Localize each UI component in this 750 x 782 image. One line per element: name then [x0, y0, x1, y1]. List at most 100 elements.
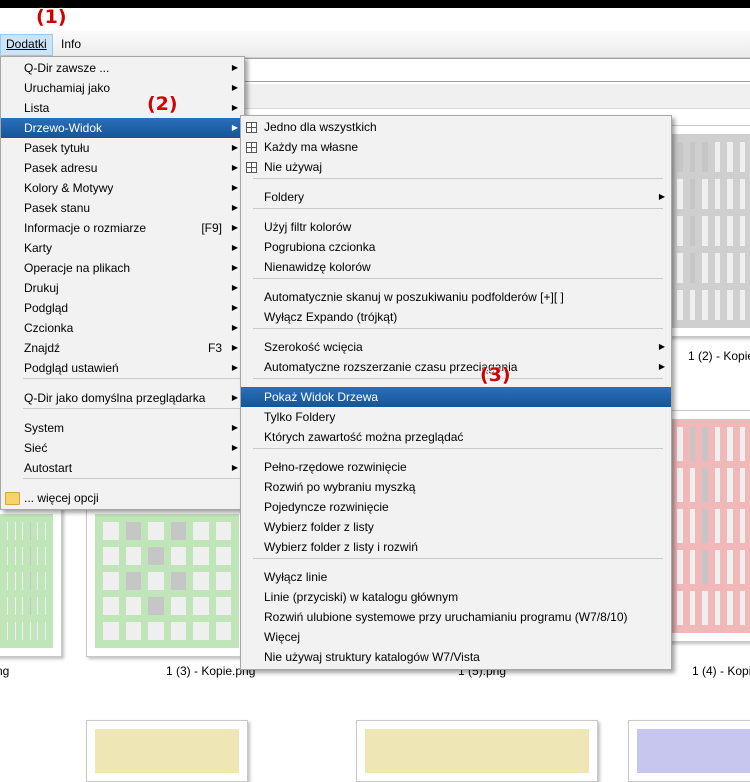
menu-item-drzewo-widok[interactable]: Drzewo-Widok ▶: [1, 118, 244, 138]
submenu-item-nie-uzywaj[interactable]: Nie używaj: [241, 157, 671, 177]
submenu-arrow-icon: ▶: [231, 423, 238, 432]
thumbnail-cell: [14, 597, 15, 615]
file-thumbnail[interactable]: [86, 720, 248, 782]
submenu-arrow-icon: ▶: [231, 393, 238, 402]
submenu-item-label: Rozwiń po wybraniu myszką: [264, 480, 416, 494]
menu-item-uruchamiaj-jako[interactable]: Uruchamiaj jako ▶: [1, 78, 244, 98]
menu-item-pasek-tytulu[interactable]: Pasek tytułu ▶: [1, 138, 244, 158]
thumbnail-cell: [44, 597, 45, 615]
file-name-label[interactable]: 1 (2) - Kopie: [688, 349, 750, 363]
file-thumbnail[interactable]: [0, 505, 62, 657]
menu-item-label: Autostart: [24, 461, 73, 475]
thumbnail-cell: [727, 509, 733, 543]
file-thumbnail[interactable]: [86, 505, 248, 657]
annotation-1: (1): [36, 6, 67, 28]
submenu-item-pojedyncze-rozwiniecie[interactable]: Pojedyncze rozwinięcie: [241, 497, 671, 517]
file-thumbnail[interactable]: [660, 125, 750, 337]
menu-item-label: Podgląd ustawień: [24, 361, 119, 375]
menu-item-label: Pasek stanu: [24, 201, 91, 215]
submenu-item-pokaz-widok-drzewa[interactable]: Pokaż Widok Drzewa: [241, 387, 671, 407]
menu-separator: [253, 558, 663, 559]
submenu-arrow-icon: ▶: [658, 362, 665, 371]
submenu-item-wiecej[interactable]: Więcej: [241, 627, 671, 647]
thumbnail-cell: [37, 622, 38, 640]
thumbnail-cell: [702, 290, 708, 320]
thumbnail-cell: [702, 509, 708, 543]
submenu-item-nie-uzywaj-struktury[interactable]: Nie używaj struktury katalogów W7/Vista: [241, 647, 671, 667]
submenu-item-uzyj-filtr-kolorow[interactable]: Użyj filtr kolorów: [241, 217, 671, 237]
submenu-item-label: Wybierz folder z listy i rozwiń: [264, 540, 418, 554]
submenu-item-label: Wyłącz Expando (trójkąt): [264, 310, 398, 324]
menu-item-pasek-stanu[interactable]: Pasek stanu ▶: [1, 198, 244, 218]
thumbnail-cell: [677, 290, 683, 320]
menu-item-wiecej-opcji[interactable]: ... więcej opcji: [1, 488, 244, 508]
menu-item-lista[interactable]: Lista ▶: [1, 98, 244, 118]
submenu-item-wybierz-folder-i-rozwin[interactable]: Wybierz folder z listy i rozwiń: [241, 537, 671, 557]
thumbnail-image: [669, 419, 750, 633]
menu-item-label: Karty: [24, 241, 53, 255]
thumbnail-cell: [714, 179, 720, 209]
thumbnail-cell: [170, 522, 186, 540]
submenu-item-ktorych-zawartosc[interactable]: Których zawartość można przeglądać: [241, 427, 671, 447]
thumbnail-cell: [739, 216, 745, 246]
menu-item-q-dir-zawsze[interactable]: Q-Dir zawsze ... ▶: [1, 58, 244, 78]
thumbnail-cell: [739, 468, 745, 502]
submenu-arrow-icon: ▶: [658, 342, 665, 351]
thumbnail-image: [669, 134, 750, 328]
thumbnail-cell: [739, 427, 745, 461]
submenu-item-jedno-dla-wszystkich[interactable]: Jedno dla wszystkich: [241, 117, 671, 137]
submenu-item-wylacz-linie[interactable]: Wyłącz linie: [241, 567, 671, 587]
thumbnail-cell: [714, 591, 720, 625]
menu-info[interactable]: Info: [56, 34, 86, 54]
submenu-item-pogrubiona-czcionka[interactable]: Pogrubiona czcionka: [241, 237, 671, 257]
submenu-item-pelno-rzedowe-rozwiniecie[interactable]: Pełno-rzędowe rozwinięcie: [241, 457, 671, 477]
submenu-item-automatycznie-skanuj[interactable]: Automatycznie skanuj w poszukiwaniu podf…: [241, 287, 671, 307]
menu-item-operacje-na-plikach[interactable]: Operacje na plikach ▶: [1, 258, 244, 278]
thumbnail-cell: [702, 468, 708, 502]
menu-item-label: Lista: [24, 101, 50, 115]
menu-item-kolory-motywy[interactable]: Kolory & Motywy ▶: [1, 178, 244, 198]
address-bar[interactable]: [240, 58, 750, 82]
file-name-label[interactable]: ng: [0, 664, 9, 678]
thumbnail-cell: [103, 622, 119, 640]
file-thumbnail[interactable]: [660, 410, 750, 642]
submenu-item-kazdy-ma-wlasne[interactable]: Każdy ma własne: [241, 137, 671, 157]
submenu-item-label: Wybierz folder z listy: [264, 520, 374, 534]
menu-item-q-dir-domyslna-przegladarka[interactable]: Q-Dir jako domyślna przeglądarka ▶: [1, 388, 244, 408]
menu-item-system[interactable]: System ▶: [1, 418, 244, 438]
menu-dodatki[interactable]: Dodatki: [0, 34, 53, 56]
submenu-arrow-icon: ▶: [231, 123, 238, 132]
submenu-item-linie-w-katalogu[interactable]: Linie (przyciski) w katalogu głównym: [241, 587, 671, 607]
file-thumbnail[interactable]: [356, 720, 598, 782]
menu-item-label: Operacje na plikach: [24, 261, 131, 275]
submenu-item-label: Pogrubiona czcionka: [264, 240, 376, 254]
menu-item-podglad[interactable]: Podgląd ▶: [1, 298, 244, 318]
submenu-item-automatyczne-rozszerzanie[interactable]: Automatyczne rozszerzanie czasu przeciąg…: [241, 357, 671, 377]
menu-item-drukuj[interactable]: Drukuj ▶: [1, 278, 244, 298]
submenu-item-nienawidze-kolorow[interactable]: Nienawidzę kolorów: [241, 257, 671, 277]
menu-dodatki-label: Dodatki: [6, 37, 47, 51]
menu-item-pasek-adresu[interactable]: Pasek adresu ▶: [1, 158, 244, 178]
submenu-arrow-icon: ▶: [231, 323, 238, 332]
submenu-item-wybierz-folder[interactable]: Wybierz folder z listy: [241, 517, 671, 537]
submenu-item-wylacz-expando[interactable]: Wyłącz Expando (trójkąt): [241, 307, 671, 327]
submenu-item-foldery[interactable]: Foldery ▶: [241, 187, 671, 207]
thumbnail-cell: [689, 591, 695, 625]
thumbnail-cell: [29, 572, 30, 590]
file-name-label[interactable]: 1 (4) - Kopie: [692, 664, 750, 678]
menu-item-podglad-ustawien[interactable]: Podgląd ustawień ▶: [1, 358, 244, 378]
file-thumbnail[interactable]: [628, 720, 750, 782]
folder-icon: [5, 492, 20, 505]
menu-item-znajdz[interactable]: Znajdź F3 ▶: [1, 338, 244, 358]
menu-item-czcionka[interactable]: Czcionka ▶: [1, 318, 244, 338]
menu-item-siec[interactable]: Sieć ▶: [1, 438, 244, 458]
submenu-item-tylko-foldery[interactable]: Tylko Foldery: [241, 407, 671, 427]
menu-item-informacje-o-rozmiarze[interactable]: Informacje o rozmiarze [F9] ▶: [1, 218, 244, 238]
menu-item-karty[interactable]: Karty ▶: [1, 238, 244, 258]
menu-item-autostart[interactable]: Autostart ▶: [1, 458, 244, 478]
tree-layout-icon: [246, 122, 257, 133]
submenu-item-rozwin-ulubione[interactable]: Rozwiń ulubione systemowe przy uruchamia…: [241, 607, 671, 627]
submenu-item-rozwin-po-wybraniu[interactable]: Rozwiń po wybraniu myszką: [241, 477, 671, 497]
submenu-item-label: Jedno dla wszystkich: [264, 120, 377, 134]
submenu-item-szerokosc-wciecia[interactable]: Szerokość wcięcia ▶: [241, 337, 671, 357]
